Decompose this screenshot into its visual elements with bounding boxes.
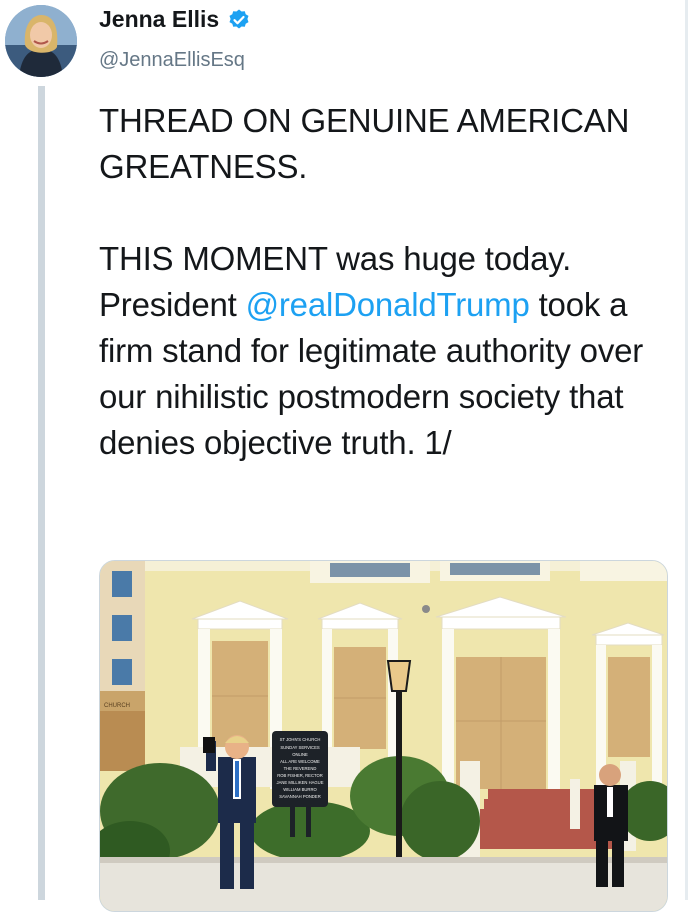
- church-label-text: CHURCH: [104, 703, 130, 709]
- avatar[interactable]: [5, 5, 77, 77]
- sign-line-7: JANE MILLIKEN HAGUE: [276, 780, 323, 785]
- avatar-photo: [5, 5, 77, 77]
- sign-line-3: ONLINE: [292, 752, 308, 757]
- sign-line-4: ALL ARE WELCOME: [280, 759, 320, 764]
- sign-line-9: SAVANNAH PONDER: [279, 794, 321, 799]
- sign-line-2: SUNDAY SERVICES: [280, 745, 320, 750]
- sign-line-8: WILLIAM BURRO: [283, 787, 317, 792]
- church-photo: CHURCH ST JOHN'S CHURCH SUNDAY SERVICES …: [100, 561, 667, 911]
- sign-line-5: THE REVEREND: [284, 766, 317, 771]
- tweet-text: THREAD ON GENUINE AMERICAN GREATNESS. TH…: [99, 98, 669, 466]
- verified-badge-icon: [229, 9, 249, 29]
- thread-connector-line: [38, 86, 45, 900]
- tweet-media-photo[interactable]: CHURCH ST JOHN'S CHURCH SUNDAY SERVICES …: [99, 560, 668, 912]
- author-row[interactable]: Jenna Ellis: [99, 6, 251, 33]
- author-handle[interactable]: @JennaEllisEsq: [99, 49, 245, 72]
- sign-line-1: ST JOHN'S CHURCH: [280, 737, 321, 742]
- tweet-paragraph-2: THIS MOMENT was huge today. President @r…: [99, 236, 669, 466]
- author-name[interactable]: Jenna Ellis: [99, 6, 219, 33]
- sign-line-6: ROB FISHER, RECTOR: [277, 773, 323, 778]
- mention-link[interactable]: @realDonaldTrump: [246, 286, 530, 323]
- tweet-line-1: THREAD ON GENUINE AMERICAN GREATNESS.: [99, 102, 630, 185]
